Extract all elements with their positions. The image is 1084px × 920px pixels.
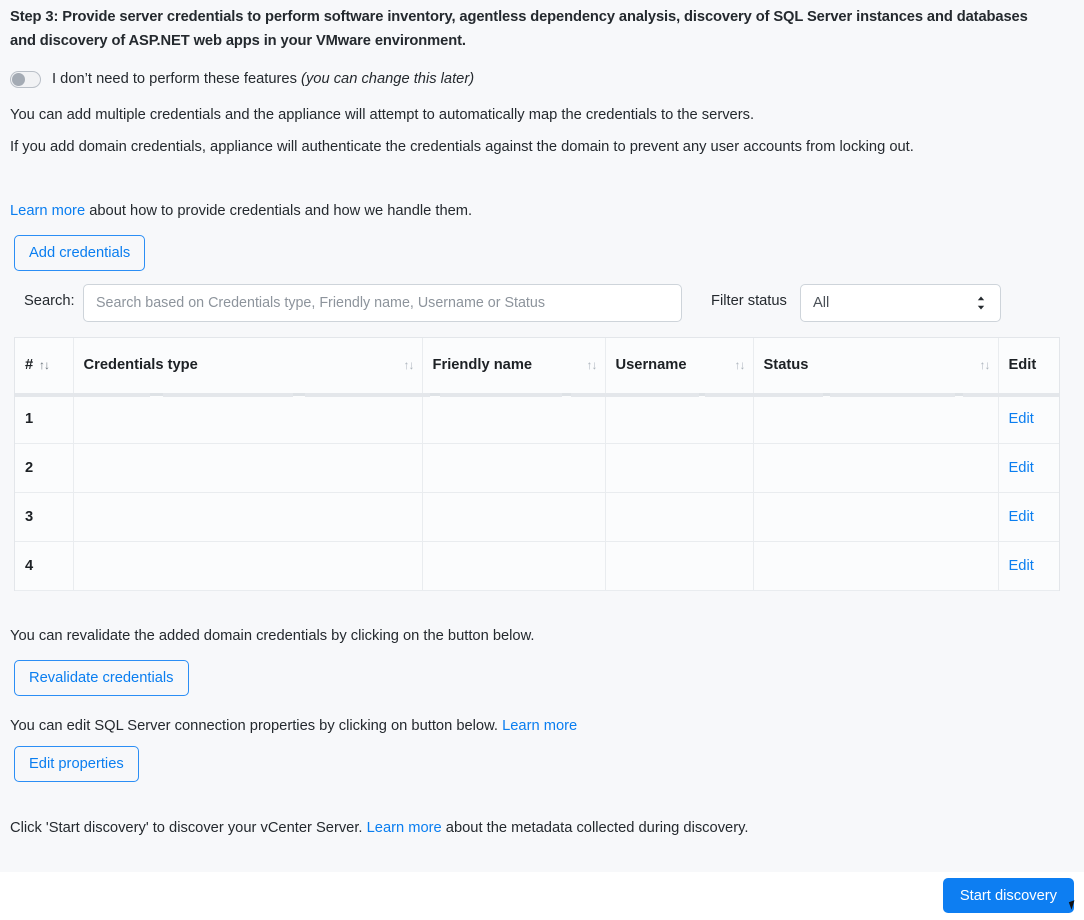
step-content-panel: Step 3: Provide server credentials to pe… [0, 0, 1084, 872]
table-row: 2 Edit [15, 443, 1059, 493]
sort-arrows-icon-username[interactable]: ↑↓ [735, 358, 746, 372]
column-header-credentials-type[interactable]: Credentials type ↑↓ [73, 338, 423, 396]
cell-username [605, 443, 754, 493]
credentials-table-head: # ↑↓ Credentials type ↑↓ Friendly name ↑… [15, 338, 1059, 396]
cell-status [753, 492, 999, 542]
cell-status [753, 443, 999, 493]
table-row: 1 Edit [15, 394, 1059, 444]
paragraph-sql-properties: You can edit SQL Server connection prope… [10, 714, 1050, 738]
column-header-friendly-name-label: Friendly name [432, 357, 533, 374]
toggle-label-hint: (you can change this later) [301, 71, 475, 87]
paragraph-domain-credentials: If you add domain credentials, appliance… [10, 139, 914, 155]
table-header-row: # ↑↓ Credentials type ↑↓ Friendly name ↑… [15, 338, 1059, 396]
filter-status-select[interactable]: All [800, 284, 1001, 322]
paragraph-sql-properties-text: You can edit SQL Server connection prope… [10, 718, 503, 734]
cell-credentials-type [73, 443, 423, 493]
column-header-credentials-type-label: Credentials type [83, 357, 198, 374]
cell-number: 4 [15, 541, 74, 591]
edit-link[interactable]: Edit [1009, 460, 1034, 476]
cell-number: 3 [15, 492, 74, 542]
credentials-table: # ↑↓ Credentials type ↑↓ Friendly name ↑… [15, 338, 1059, 591]
column-header-status[interactable]: Status ↑↓ [753, 338, 999, 396]
cell-status [753, 541, 999, 591]
revalidate-credentials-button[interactable]: Revalidate credentials [14, 660, 189, 696]
skip-features-toggle-label: I don’t need to perform these features (… [52, 69, 474, 89]
learn-more-link-credentials[interactable]: Learn more [10, 203, 85, 219]
filter-status-label: Filter status [711, 293, 787, 309]
search-label: Search: [24, 293, 75, 309]
credentials-table-body: 1 Edit 2 Edit 3 Edit 4 Edit [15, 394, 1059, 591]
edit-link[interactable]: Edit [1009, 411, 1034, 427]
page-title: Step 3: Provide server credentials to pe… [10, 9, 1028, 49]
add-credentials-button[interactable]: Add credentials [14, 235, 146, 271]
table-row: 3 Edit [15, 492, 1059, 542]
cell-username [605, 492, 754, 542]
column-header-status-label: Status [763, 357, 809, 374]
column-header-username[interactable]: Username ↑↓ [605, 338, 754, 396]
cell-status [753, 394, 999, 444]
toggle-label-text: I don’t need to perform these features [52, 71, 297, 87]
column-header-friendly-name[interactable]: Friendly name ↑↓ [422, 338, 606, 396]
paragraph-start-discovery-hint: Click 'Start discovery' to discover your… [10, 816, 1050, 840]
sort-arrows-icon-number[interactable]: ↑↓ [39, 358, 50, 372]
cell-friendly-name [422, 394, 606, 444]
paragraph-revalidate: You can revalidate the added domain cred… [10, 628, 535, 644]
paragraph-multiple-credentials: You can add multiple credentials and the… [10, 107, 755, 123]
edit-link[interactable]: Edit [1009, 509, 1034, 525]
cell-edit: Edit [998, 541, 1059, 591]
cell-friendly-name [422, 541, 606, 591]
column-header-username-label: Username [615, 357, 687, 374]
skip-features-toggle[interactable] [10, 70, 41, 88]
toggle-knob [12, 72, 25, 86]
cell-username [605, 394, 754, 444]
cell-credentials-type [73, 394, 423, 444]
edit-properties-button[interactable]: Edit properties [14, 746, 139, 782]
cell-number: 1 [15, 394, 74, 444]
column-header-number[interactable]: # ↑↓ [15, 338, 74, 396]
column-header-number-label: # [25, 357, 34, 374]
learn-more-tail-credentials: about how to provide credentials and how… [85, 203, 473, 219]
skip-features-toggle-row: I don’t need to perform these features (… [10, 66, 474, 92]
credentials-table-container: # ↑↓ Credentials type ↑↓ Friendly name ↑… [14, 337, 1060, 591]
page-root: Step 3: Provide server credentials to pe… [0, 0, 1084, 920]
cell-edit: Edit [998, 394, 1059, 444]
column-header-edit: Edit [998, 338, 1059, 396]
column-header-edit-label: Edit [1008, 357, 1037, 374]
table-filter-bar: Search: Filter status All [0, 284, 1064, 322]
cell-credentials-type [73, 492, 423, 542]
learn-more-link-discovery[interactable]: Learn more [367, 820, 442, 836]
paragraph-learn-more-credentials: Learn more about how to provide credenti… [10, 199, 1050, 223]
cell-username [605, 541, 754, 591]
sort-arrows-icon-status[interactable]: ↑↓ [980, 358, 991, 372]
start-discovery-hint-lead: Click 'Start discovery' to discover your… [10, 820, 367, 836]
footer-bar [0, 872, 1084, 920]
cell-edit: Edit [998, 492, 1059, 542]
start-discovery-button[interactable]: Start discovery [942, 878, 1074, 913]
edit-link[interactable]: Edit [1009, 558, 1034, 574]
cell-number: 2 [15, 443, 74, 493]
cell-friendly-name [422, 492, 606, 542]
search-input[interactable] [83, 284, 682, 322]
cell-edit: Edit [998, 443, 1059, 493]
cell-friendly-name [422, 443, 606, 493]
sort-arrows-icon-credentials-type[interactable]: ↑↓ [404, 358, 415, 372]
cell-credentials-type [73, 541, 423, 591]
table-row: 4 Edit [15, 541, 1059, 591]
start-discovery-hint-tail: about the metadata collected during disc… [441, 820, 749, 836]
sort-arrows-icon-friendly-name[interactable]: ↑↓ [587, 358, 598, 372]
learn-more-link-sql[interactable]: Learn more [502, 718, 577, 734]
